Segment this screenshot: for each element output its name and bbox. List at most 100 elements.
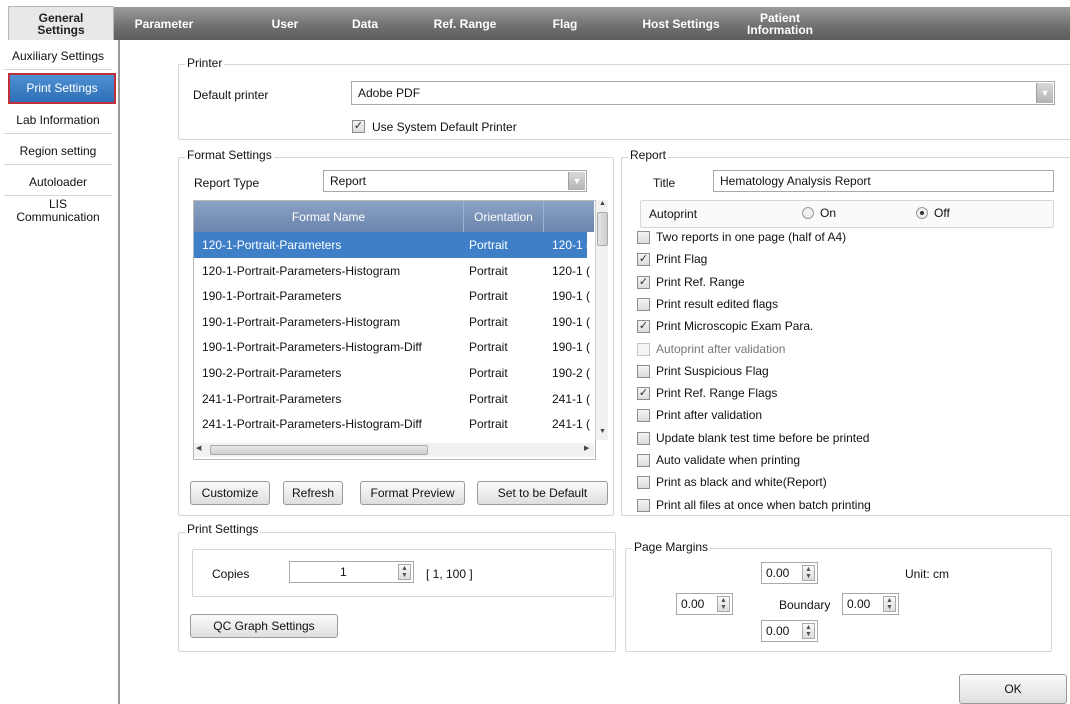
stepper-arrows-icon[interactable]: ▲ ▼ xyxy=(398,564,411,580)
extra-cell: 120-1 ( xyxy=(552,263,591,278)
margin-top-value: 0.00 xyxy=(766,566,790,580)
orientation-cell: Portrait xyxy=(469,314,508,329)
report-option-checkbox[interactable] xyxy=(637,409,650,423)
tab-data[interactable]: Data xyxy=(340,7,390,40)
nav-lis-communication[interactable]: LIS Communication xyxy=(0,195,116,227)
report-option-label: Print Suspicious Flag xyxy=(656,363,769,378)
customize-button[interactable]: Customize xyxy=(190,481,270,505)
table-row[interactable]: 241-1-Portrait-Parameters Portrait 241-1 ( xyxy=(194,386,590,412)
tab-user[interactable]: User xyxy=(260,7,310,40)
tab-ref-range[interactable]: Ref. Range xyxy=(420,7,510,40)
nav-print-settings[interactable]: Print Settings xyxy=(8,73,116,104)
report-option-label: Print all files at once when batch print… xyxy=(656,497,871,512)
report-type-label: Report Type xyxy=(194,176,260,190)
report-option-label: Autoprint after validation xyxy=(656,341,786,356)
column-extra[interactable] xyxy=(544,201,594,232)
report-option-checkbox[interactable] xyxy=(637,454,650,467)
report-group-label: Report xyxy=(628,148,669,162)
table-vertical-scrollbar[interactable]: ▲ ▼ xyxy=(595,200,608,440)
tab-host-settings[interactable]: Host Settings xyxy=(626,7,736,40)
qc-graph-settings-button[interactable]: QC Graph Settings xyxy=(190,614,338,638)
report-option-checkbox[interactable] xyxy=(637,364,650,378)
report-option-checkbox[interactable]: ✓ xyxy=(637,275,650,289)
report-option-label: Print after validation xyxy=(656,408,763,423)
tab-patient-information[interactable]: Patient Information xyxy=(730,7,830,40)
copies-stepper[interactable]: 1 ▲ ▼ xyxy=(289,561,414,583)
report-option-label: Print as black and white(Report) xyxy=(656,475,827,490)
report-option-label: Print Flag xyxy=(656,252,708,267)
table-horizontal-scrollbar[interactable]: ◀ ▶ xyxy=(194,443,594,457)
format-preview-button[interactable]: Format Preview xyxy=(360,481,465,505)
format-name-cell: 190-2-Portrait-Parameters xyxy=(202,366,342,380)
chevron-down-icon[interactable]: ▼ xyxy=(568,172,585,190)
extra-cell: 190-1 ( xyxy=(552,289,591,304)
stepper-arrows-icon[interactable]: ▲ ▼ xyxy=(883,596,896,612)
report-title-input[interactable]: Hematology Analysis Report xyxy=(713,170,1054,192)
set-default-button[interactable]: Set to be Default xyxy=(477,481,608,505)
copies-value: 1 xyxy=(340,565,347,579)
tab-parameter[interactable]: Parameter xyxy=(118,7,210,40)
scroll-thumb[interactable] xyxy=(597,212,608,246)
autoprint-label: Autoprint xyxy=(649,207,698,221)
report-option-label: Print Ref. Range Flags xyxy=(656,386,778,401)
refresh-button[interactable]: Refresh xyxy=(283,481,343,505)
column-format-name[interactable]: Format Name xyxy=(194,201,464,232)
table-row[interactable]: 190-1-Portrait-Parameters-Histogram Portr… xyxy=(194,309,590,335)
autoprint-off-label: Off xyxy=(934,206,950,220)
copies-range: [ 1, 100 ] xyxy=(426,567,473,581)
nav-lab-information[interactable]: Lab Information xyxy=(0,106,116,134)
tab-flag[interactable]: Flag xyxy=(540,7,590,40)
report-option-checkbox[interactable] xyxy=(637,498,650,512)
print-settings-label: Print Settings xyxy=(185,522,261,536)
stepper-arrows-icon[interactable]: ▲ ▼ xyxy=(802,623,815,639)
default-printer-select[interactable]: Adobe PDF ▼ xyxy=(351,81,1055,105)
scroll-left-icon[interactable]: ◀ xyxy=(196,444,201,452)
margin-bottom-stepper[interactable]: 0.00 ▲ ▼ xyxy=(761,620,818,642)
table-row[interactable]: 190-1-Portrait-Parameters Portrait 190-1 ( xyxy=(194,283,590,309)
stepper-arrows-icon[interactable]: ▲ ▼ xyxy=(802,565,815,581)
column-orientation[interactable]: Orientation xyxy=(464,201,544,232)
autoprint-row xyxy=(640,200,1054,228)
report-option-checkbox[interactable]: ✓ xyxy=(637,253,650,267)
nav-label: Lab Information xyxy=(16,112,100,127)
nav-label: Auxiliary Settings xyxy=(11,48,105,63)
format-name-cell: 120-1-Portrait-Parameters xyxy=(202,238,342,252)
nav-auxiliary-settings[interactable]: Auxiliary Settings xyxy=(0,42,116,70)
chevron-down-icon[interactable]: ▼ xyxy=(1036,83,1053,103)
margin-right-stepper[interactable]: 0.00 ▲ ▼ xyxy=(842,593,899,615)
report-option-checkbox[interactable] xyxy=(637,231,650,244)
report-type-select[interactable]: Report ▼ xyxy=(323,170,587,192)
stepper-arrows-icon[interactable]: ▲ ▼ xyxy=(717,596,730,612)
report-option-checkbox[interactable] xyxy=(637,297,650,311)
copies-label: Copies xyxy=(212,567,250,581)
report-option-checkbox[interactable] xyxy=(637,476,650,490)
tab-general-settings[interactable]: General Settings xyxy=(8,6,114,40)
report-option-checkbox[interactable]: ✓ xyxy=(637,387,650,401)
nav-autoloader[interactable]: Autoloader xyxy=(0,168,116,196)
orientation-cell: Portrait xyxy=(469,263,508,278)
orientation-cell: Portrait xyxy=(469,391,508,406)
table-row[interactable]: 190-1-Portrait-Parameters-Histogram-Diff… xyxy=(194,334,590,360)
scroll-thumb[interactable] xyxy=(210,445,428,455)
margin-left-stepper[interactable]: 0.00 ▲ ▼ xyxy=(676,593,733,615)
report-option-checkbox[interactable] xyxy=(637,431,650,445)
report-option-checkbox[interactable]: ✓ xyxy=(637,320,650,334)
table-row[interactable]: 120-1-Portrait-Parameters Portrait 120-1 ( xyxy=(194,232,590,258)
autoprint-on-radio[interactable] xyxy=(802,207,814,219)
nav-region-setting[interactable]: Region setting xyxy=(0,137,116,165)
table-row[interactable]: 241-1-Portrait-Parameters-Histogram-Diff… xyxy=(194,411,590,437)
report-type-value: Report xyxy=(330,174,367,188)
use-system-default-label: Use System Default Printer xyxy=(372,120,517,134)
table-row[interactable]: 120-1-Portrait-Parameters-Histogram Portr… xyxy=(194,258,590,284)
table-row[interactable]: 190-2-Portrait-Parameters Portrait 190-2 ( xyxy=(194,360,590,386)
margin-top-stepper[interactable]: 0.00 ▲ ▼ xyxy=(761,562,818,584)
top-tab-strip xyxy=(114,7,1070,40)
report-option-label: Print Microscopic Exam Para. xyxy=(656,319,814,334)
scroll-up-icon[interactable]: ▲ xyxy=(597,200,608,207)
scroll-right-icon[interactable]: ▶ xyxy=(584,444,589,452)
scroll-down-icon[interactable]: ▼ xyxy=(597,428,608,435)
use-system-default-checkbox[interactable]: ✓ xyxy=(352,120,365,133)
ok-button[interactable]: OK xyxy=(959,674,1067,704)
autoprint-off-radio[interactable] xyxy=(916,207,928,219)
format-table: Format Name Orientation 120-1-Portrait-P… xyxy=(193,200,596,460)
